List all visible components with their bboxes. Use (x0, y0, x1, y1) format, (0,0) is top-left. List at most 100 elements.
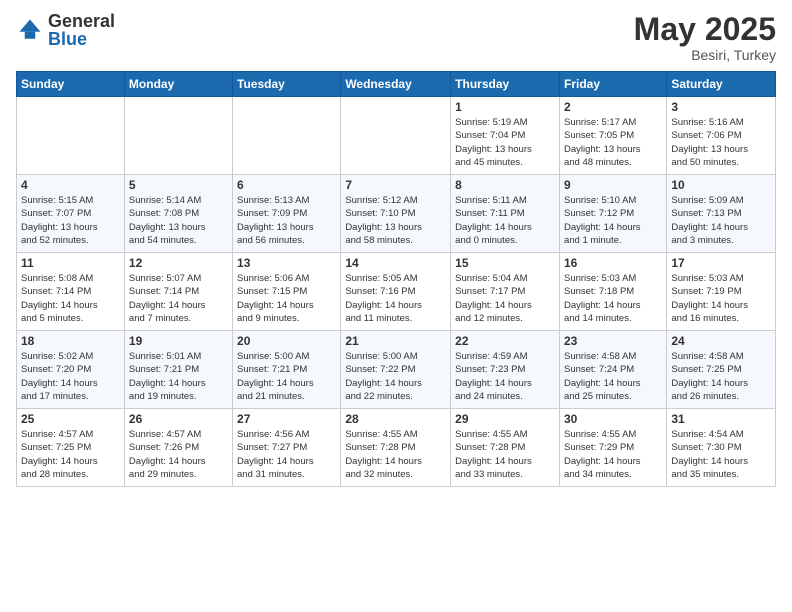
cell-date: 6 (237, 178, 336, 192)
cell-info: Sunrise: 5:10 AM Sunset: 7:12 PM Dayligh… (564, 194, 662, 247)
cell-info: Sunrise: 5:03 AM Sunset: 7:19 PM Dayligh… (671, 272, 771, 325)
page: General Blue May 2025 Besiri, Turkey Sun… (0, 0, 792, 612)
cell-info: Sunrise: 4:55 AM Sunset: 7:29 PM Dayligh… (564, 428, 662, 481)
calendar-week-row: 11 Sunrise: 5:08 AM Sunset: 7:14 PM Dayli… (17, 253, 776, 331)
calendar-week-row: 25Sunrise: 4:57 AM Sunset: 7:25 PM Dayli… (17, 409, 776, 487)
calendar-cell: 19Sunrise: 5:01 AM Sunset: 7:21 PM Dayli… (124, 331, 232, 409)
calendar-cell: 12 Sunrise: 5:07 AM Sunset: 7:14 PM Dayli… (124, 253, 232, 331)
cell-info: Sunrise: 5:09 AM Sunset: 7:13 PM Dayligh… (671, 194, 771, 247)
cell-date: 7 (345, 178, 446, 192)
cell-info: Sunrise: 4:59 AM Sunset: 7:23 PM Dayligh… (455, 350, 555, 403)
calendar-location: Besiri, Turkey (634, 47, 776, 63)
calendar-cell: 10 Sunrise: 5:09 AM Sunset: 7:13 PM Dayli… (667, 175, 776, 253)
calendar-cell: 31 Sunrise: 4:54 AM Sunset: 7:30 PM Dayli… (667, 409, 776, 487)
cell-date: 10 (671, 178, 771, 192)
calendar-cell: 22 Sunrise: 4:59 AM Sunset: 7:23 PM Dayli… (451, 331, 560, 409)
cell-info: Sunrise: 5:11 AM Sunset: 7:11 PM Dayligh… (455, 194, 555, 247)
cell-info: Sunrise: 5:00 AM Sunset: 7:22 PM Dayligh… (345, 350, 446, 403)
cell-info: Sunrise: 4:57 AM Sunset: 7:26 PM Dayligh… (129, 428, 228, 481)
cell-info: Sunrise: 4:55 AM Sunset: 7:28 PM Dayligh… (455, 428, 555, 481)
cell-info: Sunrise: 5:12 AM Sunset: 7:10 PM Dayligh… (345, 194, 446, 247)
cell-info: Sunrise: 4:57 AM Sunset: 7:25 PM Dayligh… (21, 428, 120, 481)
calendar-cell (341, 97, 451, 175)
calendar-cell: 11 Sunrise: 5:08 AM Sunset: 7:14 PM Dayli… (17, 253, 125, 331)
day-header-tuesday: Tuesday (233, 72, 341, 97)
cell-info: Sunrise: 5:00 AM Sunset: 7:21 PM Dayligh… (237, 350, 336, 403)
calendar-cell: 18 Sunrise: 5:02 AM Sunset: 7:20 PM Dayli… (17, 331, 125, 409)
cell-date: 12 (129, 256, 228, 270)
calendar-cell (124, 97, 232, 175)
cell-info: Sunrise: 4:55 AM Sunset: 7:28 PM Dayligh… (345, 428, 446, 481)
cell-info: Sunrise: 5:15 AM Sunset: 7:07 PM Dayligh… (21, 194, 120, 247)
calendar-cell: 17Sunrise: 5:03 AM Sunset: 7:19 PM Dayli… (667, 253, 776, 331)
calendar-cell: 27 Sunrise: 4:56 AM Sunset: 7:27 PM Dayli… (233, 409, 341, 487)
calendar-title: May 2025 (634, 12, 776, 47)
cell-info: Sunrise: 5:02 AM Sunset: 7:20 PM Dayligh… (21, 350, 120, 403)
calendar-cell: 16 Sunrise: 5:03 AM Sunset: 7:18 PM Dayli… (559, 253, 666, 331)
cell-date: 20 (237, 334, 336, 348)
day-header-friday: Friday (559, 72, 666, 97)
cell-info: Sunrise: 5:03 AM Sunset: 7:18 PM Dayligh… (564, 272, 662, 325)
cell-date: 14 (345, 256, 446, 270)
cell-date: 21 (345, 334, 446, 348)
cell-date: 27 (237, 412, 336, 426)
cell-info: Sunrise: 5:08 AM Sunset: 7:14 PM Dayligh… (21, 272, 120, 325)
cell-date: 1 (455, 100, 555, 114)
cell-info: Sunrise: 5:19 AM Sunset: 7:04 PM Dayligh… (455, 116, 555, 169)
calendar-cell: 15Sunrise: 5:04 AM Sunset: 7:17 PM Dayli… (451, 253, 560, 331)
day-header-monday: Monday (124, 72, 232, 97)
cell-info: Sunrise: 5:01 AM Sunset: 7:21 PM Dayligh… (129, 350, 228, 403)
calendar-cell: 2 Sunrise: 5:17 AM Sunset: 7:05 PM Daylig… (559, 97, 666, 175)
calendar-cell: 30 Sunrise: 4:55 AM Sunset: 7:29 PM Dayli… (559, 409, 666, 487)
cell-info: Sunrise: 5:07 AM Sunset: 7:14 PM Dayligh… (129, 272, 228, 325)
cell-date: 13 (237, 256, 336, 270)
cell-date: 22 (455, 334, 555, 348)
logo-general-text: General (48, 12, 115, 30)
cell-info: Sunrise: 5:14 AM Sunset: 7:08 PM Dayligh… (129, 194, 228, 247)
logo: General Blue (16, 12, 115, 48)
cell-info: Sunrise: 4:56 AM Sunset: 7:27 PM Dayligh… (237, 428, 336, 481)
calendar-cell: 28Sunrise: 4:55 AM Sunset: 7:28 PM Dayli… (341, 409, 451, 487)
cell-date: 31 (671, 412, 771, 426)
calendar-cell: 9 Sunrise: 5:10 AM Sunset: 7:12 PM Daylig… (559, 175, 666, 253)
calendar-cell: 6 Sunrise: 5:13 AM Sunset: 7:09 PM Daylig… (233, 175, 341, 253)
cell-date: 3 (671, 100, 771, 114)
cell-date: 2 (564, 100, 662, 114)
calendar-table: SundayMondayTuesdayWednesdayThursdayFrid… (16, 71, 776, 487)
cell-info: Sunrise: 4:58 AM Sunset: 7:25 PM Dayligh… (671, 350, 771, 403)
cell-date: 26 (129, 412, 228, 426)
cell-date: 24 (671, 334, 771, 348)
header: General Blue May 2025 Besiri, Turkey (16, 12, 776, 63)
calendar-cell: 24 Sunrise: 4:58 AM Sunset: 7:25 PM Dayli… (667, 331, 776, 409)
calendar-cell: 26 Sunrise: 4:57 AM Sunset: 7:26 PM Dayli… (124, 409, 232, 487)
calendar-header-row: SundayMondayTuesdayWednesdayThursdayFrid… (17, 72, 776, 97)
calendar-cell: 23Sunrise: 4:58 AM Sunset: 7:24 PM Dayli… (559, 331, 666, 409)
calendar-week-row: 1 Sunrise: 5:19 AM Sunset: 7:04 PM Daylig… (17, 97, 776, 175)
cell-date: 5 (129, 178, 228, 192)
cell-info: Sunrise: 5:17 AM Sunset: 7:05 PM Dayligh… (564, 116, 662, 169)
calendar-cell: 7 Sunrise: 5:12 AM Sunset: 7:10 PM Daylig… (341, 175, 451, 253)
cell-info: Sunrise: 5:05 AM Sunset: 7:16 PM Dayligh… (345, 272, 446, 325)
calendar-cell (17, 97, 125, 175)
calendar-cell: 5 Sunrise: 5:14 AM Sunset: 7:08 PM Daylig… (124, 175, 232, 253)
day-header-wednesday: Wednesday (341, 72, 451, 97)
cell-date: 16 (564, 256, 662, 270)
cell-info: Sunrise: 5:04 AM Sunset: 7:17 PM Dayligh… (455, 272, 555, 325)
calendar-cell: 3 Sunrise: 5:16 AM Sunset: 7:06 PM Daylig… (667, 97, 776, 175)
calendar-week-row: 4 Sunrise: 5:15 AM Sunset: 7:07 PM Daylig… (17, 175, 776, 253)
cell-info: Sunrise: 4:54 AM Sunset: 7:30 PM Dayligh… (671, 428, 771, 481)
calendar-cell: 8Sunrise: 5:11 AM Sunset: 7:11 PM Daylig… (451, 175, 560, 253)
cell-date: 23 (564, 334, 662, 348)
logo-icon (16, 16, 44, 44)
day-header-saturday: Saturday (667, 72, 776, 97)
cell-date: 30 (564, 412, 662, 426)
logo-blue-text: Blue (48, 30, 115, 48)
cell-info: Sunrise: 5:13 AM Sunset: 7:09 PM Dayligh… (237, 194, 336, 247)
cell-info: Sunrise: 5:16 AM Sunset: 7:06 PM Dayligh… (671, 116, 771, 169)
cell-date: 11 (21, 256, 120, 270)
calendar-cell: 4 Sunrise: 5:15 AM Sunset: 7:07 PM Daylig… (17, 175, 125, 253)
cell-date: 9 (564, 178, 662, 192)
cell-date: 4 (21, 178, 120, 192)
cell-date: 18 (21, 334, 120, 348)
calendar-cell: 20 Sunrise: 5:00 AM Sunset: 7:21 PM Dayli… (233, 331, 341, 409)
